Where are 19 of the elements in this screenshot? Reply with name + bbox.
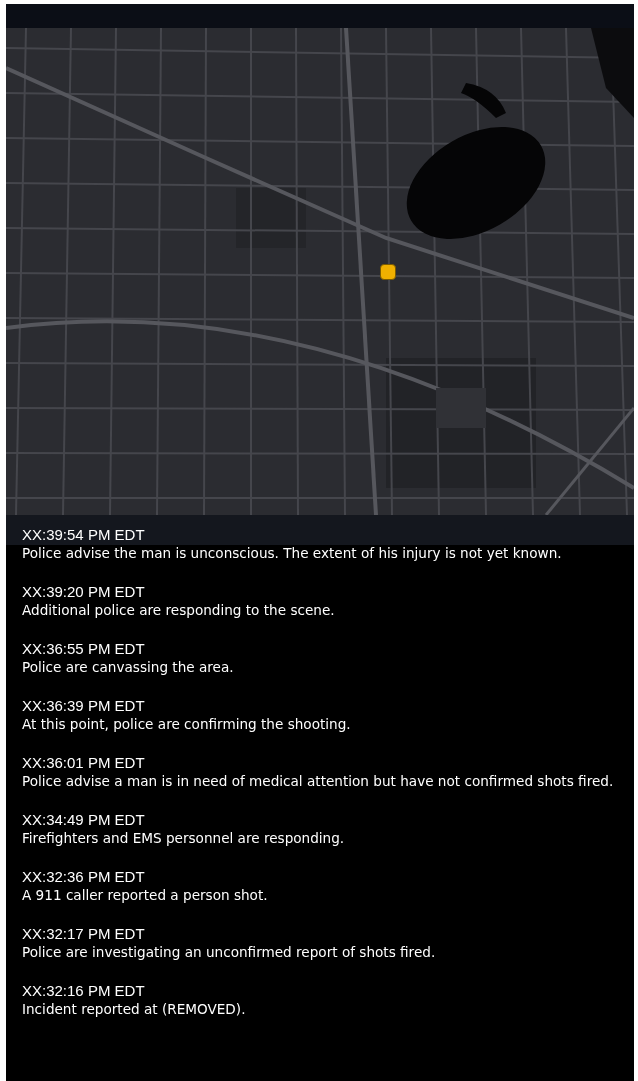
update-text: At this point, police are confirming the shooting. xyxy=(22,715,352,734)
update-time: XX:39:20 PM EDT xyxy=(22,582,146,601)
update-time: XX:32:17 PM EDT xyxy=(22,924,146,943)
update-time: XX:36:01 PM EDT xyxy=(22,753,146,772)
update-time: XX:32:36 PM EDT xyxy=(22,867,146,886)
update-text: Police advise a man is in need of medical attention but have not confirmed shots fired. xyxy=(22,772,615,791)
update-text: Incident reported at (REMOVED). xyxy=(22,1000,247,1019)
update-text: Firefighters and EMS personnel are responding. xyxy=(22,829,346,848)
update-time: XX:36:55 PM EDT xyxy=(22,639,146,658)
update-text: Police advise the man is unconscious. The extent of his injury is not yet known. xyxy=(22,544,563,563)
update-time: XX:36:39 PM EDT xyxy=(22,696,146,715)
update-text: Additional police are responding to the scene. xyxy=(22,601,336,620)
update-time: XX:34:49 PM EDT xyxy=(22,810,146,829)
update-time: XX:39:54 PM EDT xyxy=(22,525,146,544)
update-text: A 911 caller reported a person shot. xyxy=(22,886,269,905)
update-text: Police are investigating an unconfirmed report of shots fired. xyxy=(22,943,437,962)
map-marker-icon[interactable] xyxy=(380,264,396,280)
update-time: XX:32:16 PM EDT xyxy=(22,981,146,1000)
update-text: Police are canvassing the area. xyxy=(22,658,235,677)
